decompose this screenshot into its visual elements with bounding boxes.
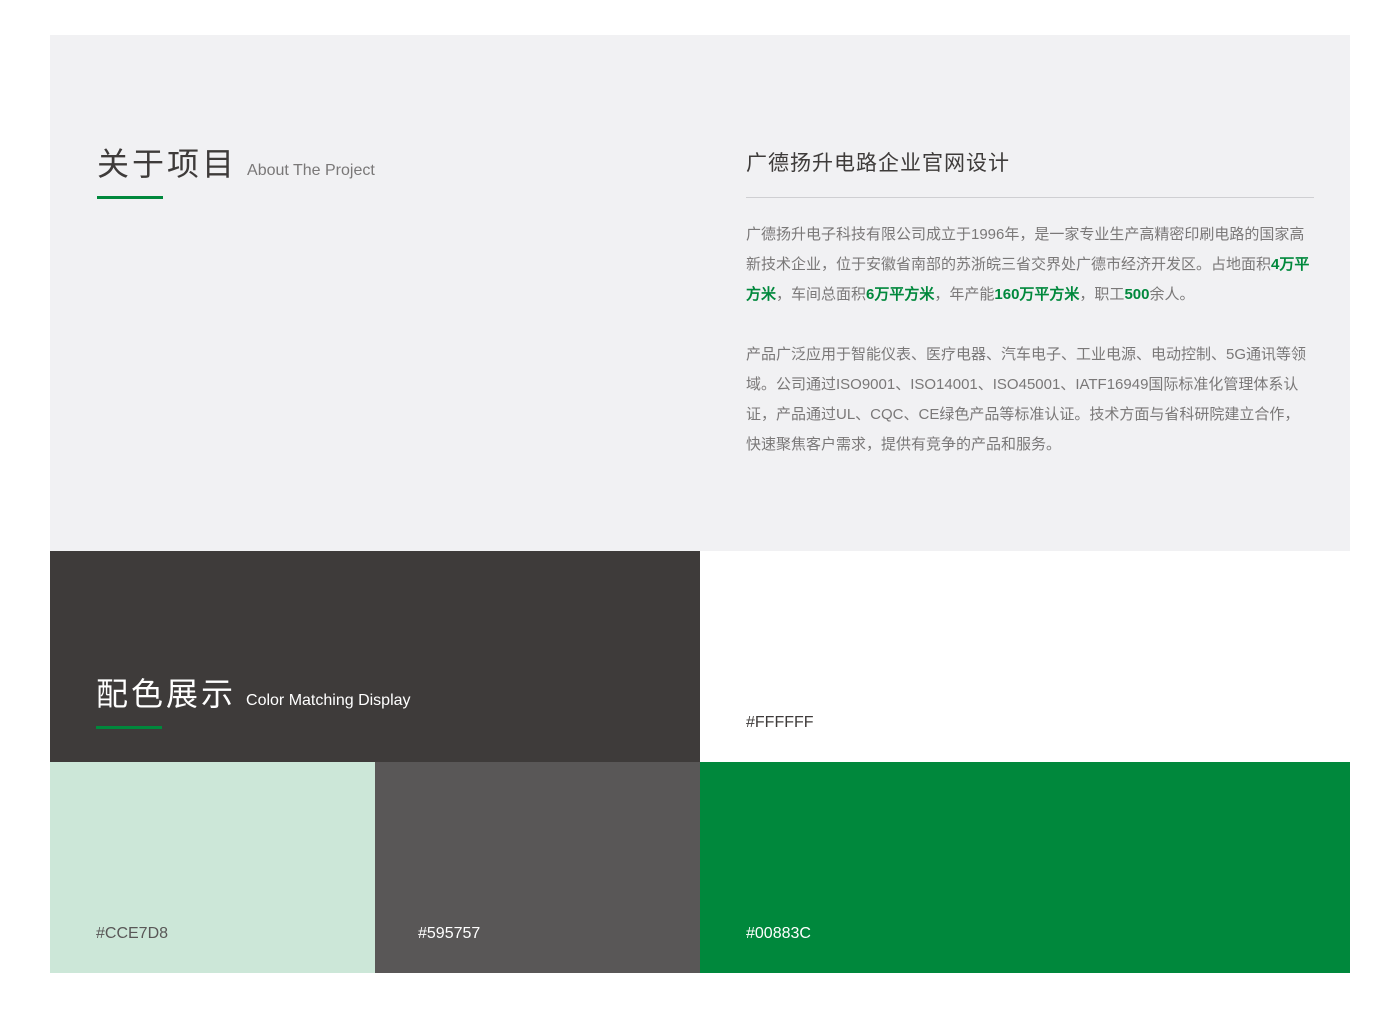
- swatch-label: #595757: [418, 925, 481, 942]
- highlight-workshop-area: 6万平方米: [866, 286, 935, 303]
- color-swatch-gray: #595757: [375, 762, 700, 973]
- about-title-en: About The Project: [247, 162, 375, 179]
- highlight-capacity: 160万平方米: [994, 286, 1080, 303]
- highlight-staff: 500: [1124, 286, 1150, 303]
- swatch-label: #CCE7D8: [96, 925, 169, 942]
- color-swatch-green: #00883C: [700, 762, 1350, 973]
- about-heading: 关于项目 About The Project: [97, 139, 375, 185]
- swatch-label: #FFFFFF: [746, 714, 814, 731]
- paragraph-text: 余人。: [1149, 286, 1195, 303]
- project-paragraph-1: 广德扬升电子科技有限公司成立于1996年，是一家专业生产高精密印刷电路的国家高新…: [746, 220, 1314, 310]
- color-title-en: Color Matching Display: [246, 692, 411, 709]
- about-section: 关于项目 About The Project 广德扬升电路企业官网设计 广德扬升…: [50, 35, 1350, 551]
- about-title-cn: 关于项目: [97, 146, 238, 182]
- page-canvas: 关于项目 About The Project 广德扬升电路企业官网设计 广德扬升…: [0, 0, 1400, 1011]
- project-paragraph-2: 产品广泛应用于智能仪表、医疗电器、汽车电子、工业电源、电动控制、5G通讯等领域。…: [746, 346, 1307, 453]
- color-swatch-white: #FFFFFF: [700, 551, 1350, 762]
- paragraph-text: 广德扬升电子科技有限公司成立于1996年，是一家专业生产高精密印刷电路的国家高新…: [746, 226, 1305, 273]
- color-title-underline: [96, 726, 162, 729]
- swatch-label: #00883C: [746, 925, 811, 942]
- project-description: 广德扬升电路企业官网设计 广德扬升电子科技有限公司成立于1996年，是一家专业生…: [746, 147, 1314, 460]
- color-display-panel: 配色展示 Color Matching Display: [50, 551, 700, 762]
- paragraph-text: ，车间总面积: [776, 286, 867, 303]
- paragraph-text: ，年产能: [934, 286, 995, 303]
- color-swatch-light-green: #CCE7D8: [50, 762, 375, 973]
- color-title-cn: 配色展示: [96, 676, 237, 712]
- paragraph-text: ，职工: [1079, 286, 1125, 303]
- about-title-underline: [97, 196, 163, 199]
- project-title: 广德扬升电路企业官网设计: [746, 147, 1314, 198]
- color-heading: 配色展示 Color Matching Display: [96, 669, 411, 715]
